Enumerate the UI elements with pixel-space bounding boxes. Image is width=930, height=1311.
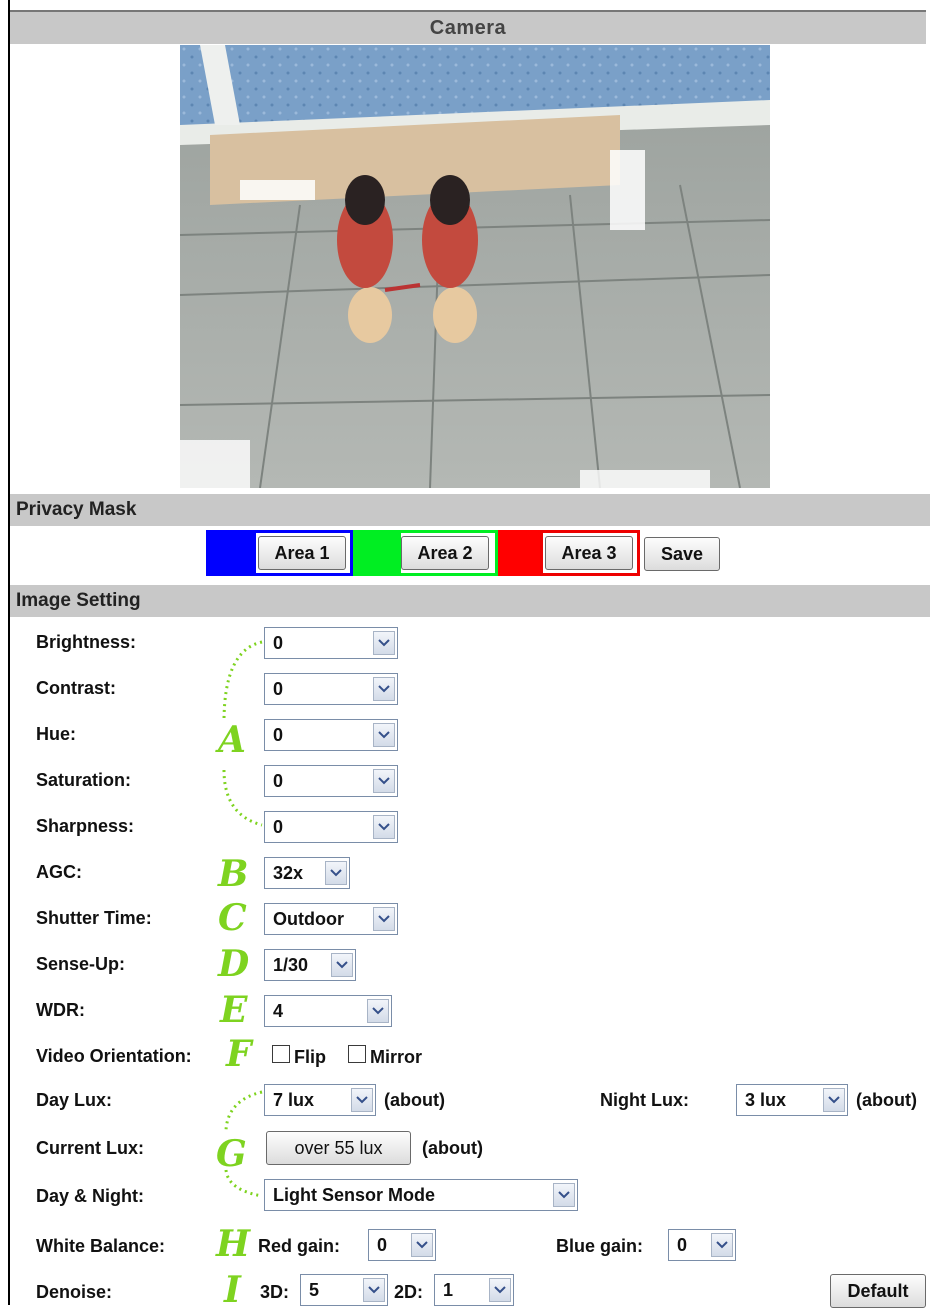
agc-label: AGC: (36, 862, 82, 882)
sense-up-value: 1/30 (273, 955, 309, 975)
denoise-3d-value: 5 (309, 1280, 320, 1300)
sense-up-label: Sense-Up: (36, 954, 126, 974)
chevron-down-icon (553, 1183, 575, 1207)
night-lux-value: 3 lux (745, 1090, 787, 1110)
area1-button[interactable]: Area 1 (258, 536, 346, 570)
hue-label: Hue: (36, 724, 76, 744)
privacy-mask-header: Privacy Mask (10, 494, 930, 526)
white-balance-label: White Balance: (36, 1236, 166, 1256)
annotation-letter-b: B (218, 853, 249, 895)
day-night-label: Day & Night: (36, 1186, 144, 1206)
agc-value: 32x (273, 863, 304, 883)
red-gain-label: Red gain: (258, 1236, 341, 1256)
hue-select[interactable]: 0 (264, 719, 398, 751)
hue-value: 0 (273, 725, 284, 745)
annotation-letter-f: F (226, 1033, 252, 1075)
annotation-letter-i: I (224, 1269, 241, 1311)
chevron-down-icon (373, 677, 395, 701)
default-button[interactable]: Default (830, 1274, 926, 1308)
annotation-letter-h: H (216, 1223, 251, 1265)
wdr-label: WDR: (36, 1000, 85, 1020)
denoise-2d-select[interactable]: 1 (434, 1274, 514, 1306)
chevron-down-icon (325, 861, 347, 885)
chevron-down-icon (367, 999, 389, 1023)
camera-preview (180, 45, 770, 488)
day-lux-select[interactable]: 7 lux (264, 1084, 376, 1116)
contrast-label: Contrast: (36, 678, 116, 698)
brightness-value: 0 (273, 633, 284, 653)
annotation-letter-d: D (218, 943, 250, 985)
area3-color-swatch (498, 530, 540, 576)
shutter-time-value: Outdoor (273, 909, 344, 929)
chevron-down-icon (363, 1278, 385, 1302)
video-orientation-label: Video Orientation: (36, 1046, 192, 1066)
chevron-down-icon (351, 1088, 373, 1112)
day-night-select[interactable]: Light Sensor Mode (264, 1179, 578, 1211)
chevron-down-icon (373, 907, 395, 931)
annotation-letter-e: E (220, 989, 248, 1031)
day-night-value: Light Sensor Mode (273, 1185, 435, 1205)
sharpness-value: 0 (273, 817, 284, 837)
contrast-select[interactable]: 0 (264, 673, 398, 705)
agc-select[interactable]: 32x (264, 857, 350, 889)
area3-button[interactable]: Area 3 (545, 536, 633, 570)
sharpness-label: Sharpness: (36, 816, 135, 836)
chevron-down-icon (373, 815, 395, 839)
day-lux-value: 7 lux (273, 1090, 315, 1110)
red-gain-value: 0 (377, 1235, 388, 1255)
current-lux-suffix: (about) (422, 1138, 483, 1158)
sense-up-select[interactable]: 1/30 (264, 949, 356, 981)
mirror-checkbox[interactable] (348, 1045, 366, 1063)
day-lux-suffix: (about) (384, 1090, 445, 1110)
saturation-select[interactable]: 0 (264, 765, 398, 797)
day-lux-label: Day Lux: (36, 1090, 113, 1110)
blue-gain-value: 0 (677, 1235, 688, 1255)
save-privacy-button[interactable]: Save (644, 537, 720, 571)
night-lux-suffix: (about) (856, 1090, 917, 1110)
saturation-label: Saturation: (36, 770, 132, 790)
flip-label: Flip (294, 1047, 326, 1067)
current-lux-label: Current Lux: (36, 1138, 144, 1158)
camera-feed-image (180, 45, 770, 488)
chevron-down-icon (331, 953, 353, 977)
page-title: Camera (10, 10, 926, 44)
denoise-2d-label: 2D: (394, 1282, 424, 1302)
blue-gain-select[interactable]: 0 (668, 1229, 736, 1261)
blue-gain-label: Blue gain: (556, 1236, 644, 1256)
wdr-value: 4 (273, 1001, 284, 1021)
annotation-letter-a: A (218, 719, 246, 761)
red-gain-select[interactable]: 0 (368, 1229, 436, 1261)
saturation-value: 0 (273, 771, 284, 791)
image-setting-header: Image Setting (10, 585, 930, 617)
brightness-label: Brightness: (36, 632, 137, 652)
chevron-down-icon (373, 631, 395, 655)
shutter-time-select[interactable]: Outdoor (264, 903, 398, 935)
chevron-down-icon (489, 1278, 511, 1302)
chevron-down-icon (411, 1233, 433, 1257)
mirror-label: Mirror (370, 1047, 423, 1067)
brightness-select[interactable]: 0 (264, 627, 398, 659)
contrast-value: 0 (273, 679, 284, 699)
night-lux-label: Night Lux: (600, 1090, 689, 1110)
area2-color-swatch (353, 530, 398, 576)
chevron-down-icon (373, 769, 395, 793)
chevron-down-icon (373, 723, 395, 747)
shutter-time-label: Shutter Time: (36, 908, 152, 928)
denoise-2d-value: 1 (443, 1280, 454, 1300)
annotation-letter-c: C (218, 897, 247, 939)
current-lux-button[interactable]: over 55 lux (266, 1131, 411, 1165)
annotation-letter-g: G (216, 1133, 247, 1175)
chevron-down-icon (823, 1088, 845, 1112)
chevron-down-icon (711, 1233, 733, 1257)
night-lux-select[interactable]: 3 lux (736, 1084, 848, 1116)
area2-button[interactable]: Area 2 (401, 536, 489, 570)
denoise-3d-select[interactable]: 5 (300, 1274, 388, 1306)
camera-settings-page: Camera Privacy Mask Area 1 Area 2 Area 3… (8, 0, 930, 1311)
area1-color-swatch (206, 530, 253, 576)
flip-checkbox[interactable] (272, 1045, 290, 1063)
denoise-3d-label: 3D: (260, 1282, 290, 1302)
sharpness-select[interactable]: 0 (264, 811, 398, 843)
denoise-label: Denoise: (36, 1282, 113, 1302)
wdr-select[interactable]: 4 (264, 995, 392, 1027)
